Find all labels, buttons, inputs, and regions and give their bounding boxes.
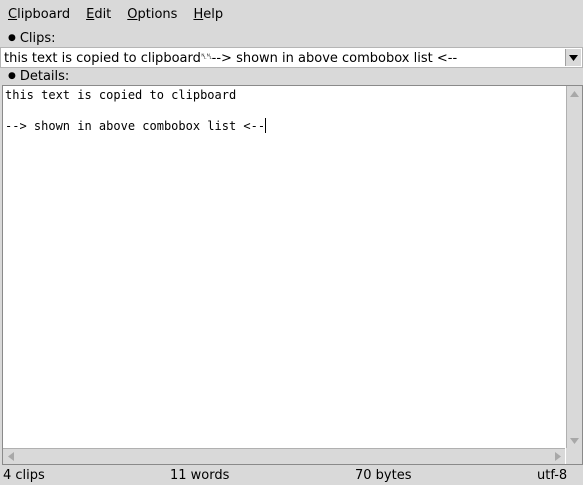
newline-glyph: ␤␤ <box>200 52 213 61</box>
scroll-right-button[interactable] <box>551 450 564 463</box>
status-encoding: utf-8 <box>537 468 568 483</box>
status-bar: 4 clips 11 words 70 bytes utf-8 <box>0 466 583 485</box>
status-word-count: 11 words <box>170 468 230 483</box>
status-byte-count: 70 bytes <box>355 468 412 483</box>
menu-clipboard-label: lipboard <box>17 7 71 22</box>
arrow-down-icon <box>570 437 579 444</box>
bullet-icon: ● <box>8 33 16 43</box>
menu-clipboard-mnemonic: C <box>8 7 18 22</box>
details-section-label: Details: <box>19 69 70 84</box>
combobox-dropdown-button[interactable] <box>565 49 581 66</box>
clips-value-part2: --> shown in above combobox list <-- <box>211 51 458 66</box>
clips-value-part1: this text is copied to clipboard <box>4 51 201 66</box>
details-line-3: --> shown in above combobox list <-- <box>5 119 266 133</box>
arrow-right-icon <box>554 452 561 461</box>
menu-edit-label: dit <box>94 7 112 22</box>
clips-combobox-value: this text is copied to clipboard␤␤--> sh… <box>1 47 565 68</box>
text-caret <box>265 118 267 133</box>
menu-help[interactable]: Help <box>185 0 231 29</box>
arrow-left-icon <box>7 452 14 461</box>
arrow-up-icon <box>570 90 579 97</box>
details-section-header[interactable]: ● Details: <box>0 67 69 85</box>
menu-edit[interactable]: Edit <box>78 0 119 29</box>
menu-help-mnemonic: H <box>193 7 204 22</box>
clips-section-label: Clips: <box>19 31 56 46</box>
vertical-scrollbar[interactable] <box>566 86 582 448</box>
scroll-up-button[interactable] <box>568 87 581 100</box>
clips-section-header[interactable]: ● Clips: <box>0 29 56 47</box>
menu-bar: Clipboard Edit Options Help <box>0 0 583 29</box>
menu-help-label: elp <box>203 7 224 22</box>
horizontal-scrollbar[interactable] <box>3 448 565 464</box>
scrollbar-corner <box>566 448 582 464</box>
clips-combobox[interactable]: this text is copied to clipboard␤␤--> sh… <box>0 47 583 68</box>
status-clip-count: 4 clips <box>3 468 45 483</box>
menu-options-label: ptions <box>137 7 178 22</box>
details-text-content[interactable]: this text is copied to clipboard --> sho… <box>3 86 567 450</box>
menu-clipboard[interactable]: Clipboard <box>0 0 78 29</box>
details-line-1: this text is copied to clipboard <box>5 88 237 102</box>
scroll-left-button[interactable] <box>4 450 17 463</box>
bullet-icon: ● <box>8 71 16 81</box>
chevron-down-icon <box>569 54 578 61</box>
menu-options[interactable]: Options <box>119 0 185 29</box>
menu-options-mnemonic: O <box>127 7 138 22</box>
details-text-area[interactable]: this text is copied to clipboard --> sho… <box>2 85 583 465</box>
scroll-down-button[interactable] <box>568 434 581 447</box>
